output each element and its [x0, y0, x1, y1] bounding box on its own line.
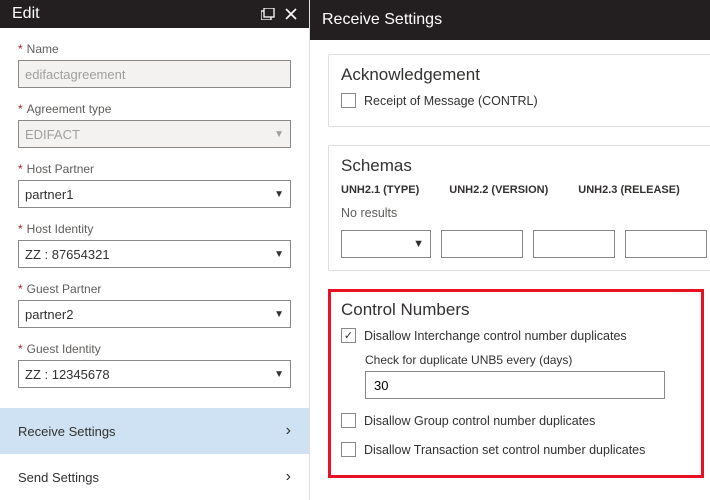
field-host-identity-label: *Host Identity	[18, 222, 291, 236]
chevron-down-icon: ▼	[274, 369, 284, 380]
restore-icon[interactable]	[261, 8, 275, 20]
ack-receipt-checkbox[interactable]	[341, 93, 356, 108]
edit-blade-header: Edit	[0, 0, 309, 28]
schema-col-unh23: UNH2.3 (RELEASE)	[578, 184, 679, 196]
settings-nav: Receive Settings › Send Settings ›	[0, 408, 309, 500]
host-identity-select[interactable]: ZZ : 87654321 ▼	[18, 240, 291, 268]
schema-unh25-input[interactable]	[625, 230, 707, 258]
check-unb5-field: Check for duplicate UNB5 every (days)	[365, 353, 691, 399]
nav-receive-label: Receive Settings	[18, 424, 116, 439]
edit-form: *Name *Agreement type EDIFACT ▼ *Host Pa…	[0, 28, 309, 402]
field-guest-identity: *Guest Identity ZZ : 12345678 ▼	[18, 342, 291, 388]
field-agreement-type: *Agreement type EDIFACT ▼	[18, 102, 291, 148]
schema-unh21-select[interactable]: ▼	[341, 230, 431, 258]
name-input	[18, 60, 291, 88]
disallow-interchange-label: Disallow Interchange control number dupl…	[364, 329, 627, 343]
host-partner-select[interactable]: partner1 ▼	[18, 180, 291, 208]
field-name-label: *Name	[18, 42, 291, 56]
disallow-interchange-row: Disallow Interchange control number dupl…	[341, 328, 691, 343]
nav-receive-settings[interactable]: Receive Settings ›	[0, 408, 309, 454]
schema-unh22-input[interactable]	[441, 230, 523, 258]
field-name: *Name	[18, 42, 291, 88]
disallow-group-row: Disallow Group control number duplicates	[341, 413, 691, 428]
disallow-group-checkbox[interactable]	[341, 413, 356, 428]
schemas-title: Schemas	[341, 156, 710, 176]
nav-send-label: Send Settings	[18, 470, 99, 485]
check-unb5-input[interactable]	[365, 371, 665, 399]
field-guest-partner: *Guest Partner partner2 ▼	[18, 282, 291, 328]
field-host-identity: *Host Identity ZZ : 87654321 ▼	[18, 222, 291, 268]
field-guest-identity-label: *Guest Identity	[18, 342, 291, 356]
guest-partner-select[interactable]: partner2 ▼	[18, 300, 291, 328]
schemas-header-row: UNH2.1 (TYPE) UNH2.2 (VERSION) UNH2.3 (R…	[341, 184, 710, 196]
agreement-type-select: EDIFACT ▼	[18, 120, 291, 148]
schemas-input-row: ▼	[341, 230, 710, 258]
field-host-partner: *Host Partner partner1 ▼	[18, 162, 291, 208]
chevron-down-icon: ▼	[274, 129, 284, 140]
receive-blade-title: Receive Settings	[322, 11, 698, 29]
edit-blade-title: Edit	[12, 5, 251, 23]
section-acknowledgement: Acknowledgement Receipt of Message (CONT…	[328, 54, 710, 127]
ack-title: Acknowledgement	[341, 65, 710, 85]
ack-receipt-label: Receipt of Message (CONTRL)	[364, 94, 538, 108]
receive-settings-blade: Receive Settings Acknowledgement Receipt…	[310, 0, 710, 500]
schema-col-unh21: UNH2.1 (TYPE)	[341, 184, 419, 196]
disallow-txn-checkbox[interactable]	[341, 442, 356, 457]
chevron-down-icon: ▼	[274, 309, 284, 320]
disallow-txn-label: Disallow Transaction set control number …	[364, 443, 645, 457]
chevron-down-icon: ▼	[274, 189, 284, 200]
ack-receipt-row: Receipt of Message (CONTRL)	[341, 93, 710, 108]
agreement-type-value: EDIFACT	[25, 127, 80, 142]
section-schemas: Schemas UNH2.1 (TYPE) UNH2.2 (VERSION) U…	[328, 145, 710, 271]
field-guest-partner-label: *Guest Partner	[18, 282, 291, 296]
nav-send-settings[interactable]: Send Settings ›	[0, 454, 309, 500]
field-host-partner-label: *Host Partner	[18, 162, 291, 176]
guest-identity-value: ZZ : 12345678	[25, 367, 110, 382]
schema-unh23-input[interactable]	[533, 230, 615, 258]
schema-col-unh22: UNH2.2 (VERSION)	[449, 184, 548, 196]
chevron-down-icon: ▼	[413, 238, 424, 250]
disallow-group-label: Disallow Group control number duplicates	[364, 414, 595, 428]
chevron-right-icon: ›	[286, 422, 291, 440]
disallow-txn-row: Disallow Transaction set control number …	[341, 442, 691, 457]
guest-identity-select[interactable]: ZZ : 12345678 ▼	[18, 360, 291, 388]
host-identity-value: ZZ : 87654321	[25, 247, 110, 262]
close-icon[interactable]	[285, 8, 297, 20]
host-partner-value: partner1	[25, 187, 73, 202]
guest-partner-value: partner2	[25, 307, 73, 322]
section-control-numbers: Control Numbers Disallow Interchange con…	[328, 289, 704, 478]
schemas-no-results: No results	[341, 206, 710, 220]
disallow-interchange-checkbox[interactable]	[341, 328, 356, 343]
edit-blade: Edit *Name *Agreement type EDIFACT ▼	[0, 0, 310, 500]
chevron-right-icon: ›	[286, 468, 291, 486]
chevron-down-icon: ▼	[274, 249, 284, 260]
check-unb5-label: Check for duplicate UNB5 every (days)	[365, 353, 691, 367]
field-agreement-type-label: *Agreement type	[18, 102, 291, 116]
control-title: Control Numbers	[341, 300, 691, 320]
receive-blade-header: Receive Settings	[310, 0, 710, 40]
